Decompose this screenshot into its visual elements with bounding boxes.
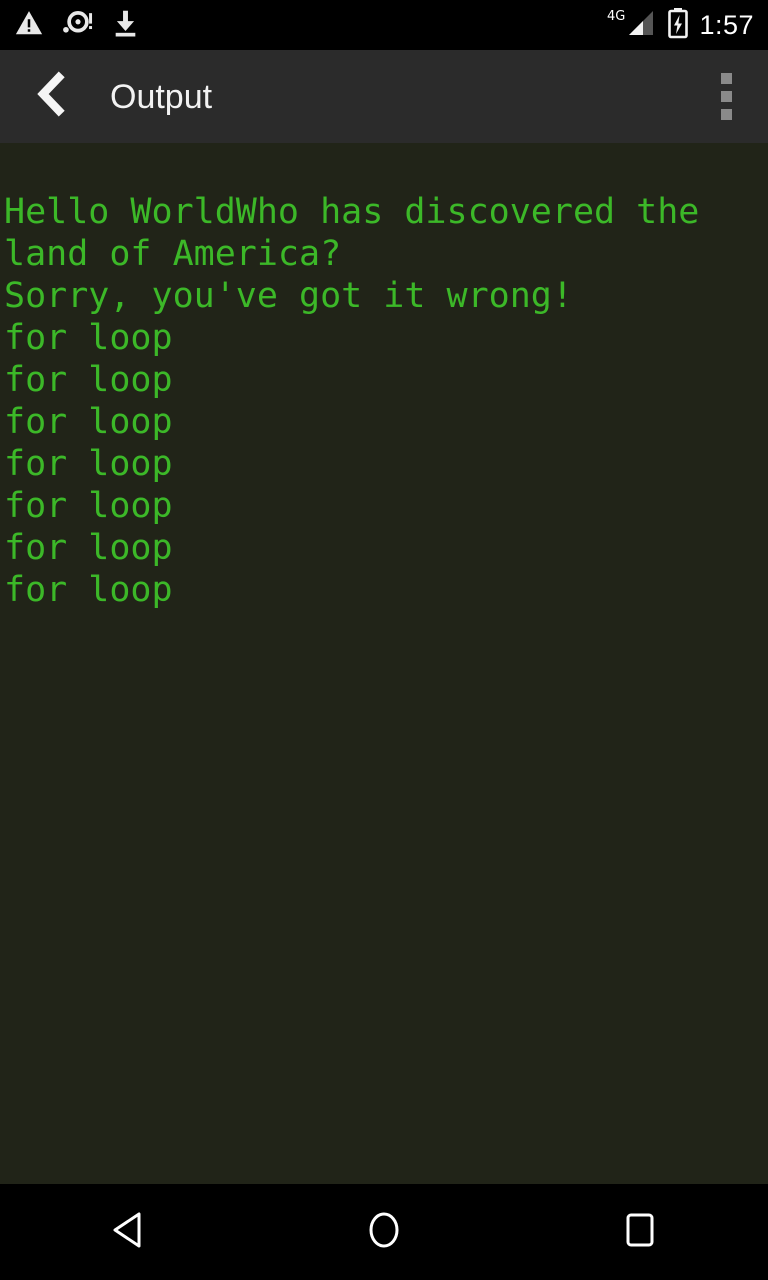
status-bar-clock: 1:57: [699, 9, 754, 40]
status-bar-left-icons: [14, 8, 139, 43]
triangle-back-icon: [108, 1209, 148, 1256]
nav-recents-button[interactable]: [512, 1184, 768, 1280]
back-button[interactable]: [22, 68, 80, 126]
status-bar: 4G 1:57: [0, 0, 768, 50]
page-title: Output: [110, 77, 213, 116]
status-bar-right-icons: 4G 1:57: [605, 7, 754, 44]
phone-screen: 4G 1:57 Output Hello WorldWho has discov…: [0, 0, 768, 1280]
system-navigation-bar: [0, 1184, 768, 1280]
overflow-menu-icon-dot-2: [720, 91, 732, 102]
signal-bars-icon: 4G: [605, 7, 657, 44]
square-recents-icon: [620, 1208, 660, 1257]
console-output-text: Hello WorldWho has discovered the land o…: [4, 192, 700, 610]
app-bar: Output: [0, 50, 768, 143]
battery-charging-icon: [667, 7, 689, 44]
overflow-menu-icon-dot-1: [720, 73, 732, 84]
output-console[interactable]: Hello WorldWho has discovered the land o…: [0, 143, 768, 1184]
overflow-menu-icon-dot-3: [720, 109, 732, 120]
chevron-left-icon: [29, 69, 73, 124]
nav-back-button[interactable]: [0, 1184, 256, 1280]
warning-triangle-icon: [14, 8, 44, 43]
circle-home-icon: [364, 1208, 404, 1257]
overflow-menu-button[interactable]: [698, 61, 754, 133]
disc-alert-icon: [62, 8, 94, 43]
network-type-label: 4G: [607, 9, 625, 24]
nav-home-button[interactable]: [256, 1184, 512, 1280]
download-icon: [112, 8, 139, 43]
